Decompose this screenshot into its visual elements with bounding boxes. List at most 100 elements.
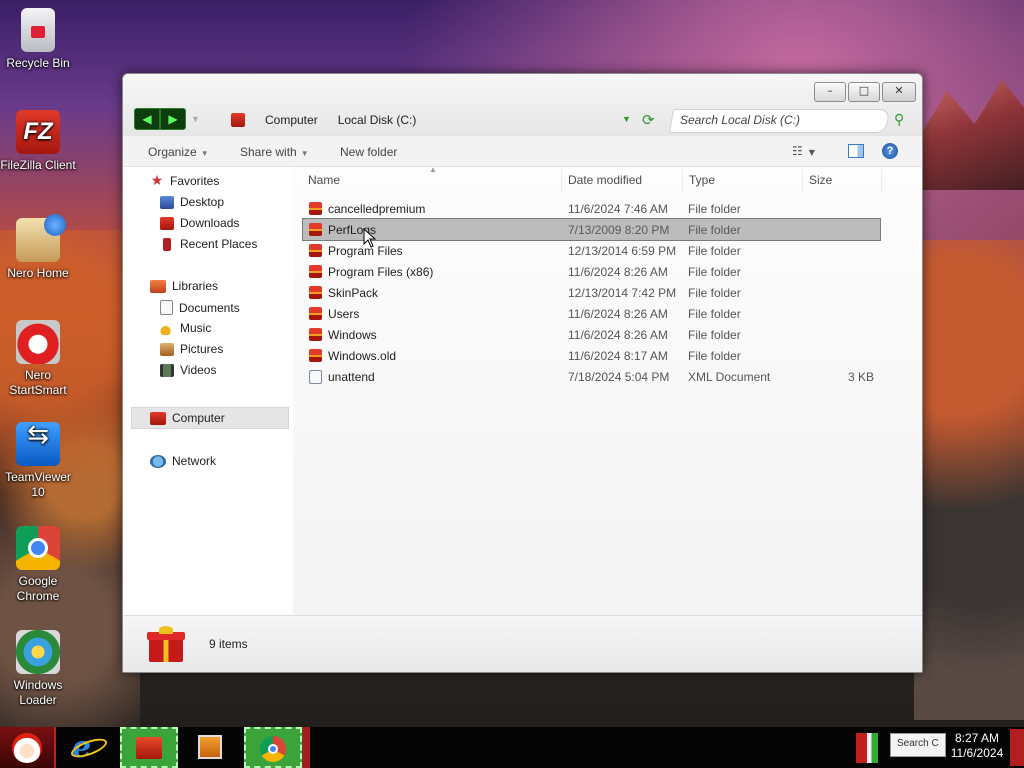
- column-divider[interactable]: [881, 169, 882, 193]
- file-date: 7/18/2024 5:04 PM: [568, 370, 670, 384]
- desktop-icon-filezilla[interactable]: FZ FileZilla Client: [0, 110, 76, 173]
- recent-places-icon: [163, 237, 171, 251]
- desktop-icon-nero-home[interactable]: Nero Home: [0, 214, 76, 281]
- organize-menu[interactable]: Organize ▼: [148, 145, 209, 159]
- file-date: 12/13/2014 7:42 PM: [568, 286, 677, 300]
- desktop-icon-chrome[interactable]: Google Chrome: [0, 526, 76, 604]
- share-with-menu[interactable]: Share with ▼: [240, 145, 309, 159]
- file-date: 11/6/2024 8:26 AM: [568, 307, 668, 321]
- taskbar-media-player[interactable]: [184, 727, 238, 768]
- nav-documents[interactable]: Documents: [160, 300, 240, 315]
- breadcrumb-local-disk[interactable]: Local Disk (C:): [338, 113, 417, 127]
- file-row[interactable]: SkinPack 12/13/2014 7:42 PM File folder: [303, 282, 880, 303]
- show-desktop-button[interactable]: [1010, 729, 1024, 766]
- close-button[interactable]: ✕: [882, 82, 916, 102]
- nav-computer[interactable]: Computer: [150, 411, 225, 425]
- start-button[interactable]: [0, 727, 56, 768]
- explorer-window: – □ ✕ ◀ ▶ ▼ Computer Local Disk (C:) ▼ ⟳…: [122, 73, 923, 673]
- desktop-icon: [160, 195, 174, 209]
- desktop-icon-label: Windows Loader: [13, 678, 63, 707]
- nav-libraries[interactable]: Libraries: [150, 279, 218, 293]
- clock[interactable]: 8:27 AM 11/6/2024: [946, 731, 1008, 761]
- column-divider[interactable]: [682, 169, 683, 193]
- taskbar-internet-explorer[interactable]: e: [60, 727, 114, 768]
- column-divider[interactable]: [802, 169, 803, 193]
- column-divider[interactable]: [561, 169, 562, 193]
- desktop-icon-recycle-bin[interactable]: Recycle Bin: [0, 8, 76, 71]
- column-header-date[interactable]: Date modified: [568, 173, 642, 187]
- file-explorer-icon: [136, 737, 162, 759]
- chrome-icon: [260, 736, 286, 762]
- file-name: Program Files (x86): [328, 265, 434, 279]
- action-center-flag-icon[interactable]: [856, 733, 878, 763]
- title-bar[interactable]: – □ ✕ ◀ ▶ ▼ Computer Local Disk (C:) ▼ ⟳…: [123, 74, 922, 136]
- nav-desktop[interactable]: Desktop: [160, 195, 224, 209]
- taskbar-file-explorer[interactable]: [120, 727, 178, 768]
- file-type: File folder: [688, 202, 741, 216]
- computer-location-icon[interactable]: [231, 113, 245, 127]
- search-placeholder[interactable]: Search Local Disk (C:): [680, 113, 800, 127]
- chevron-down-icon: ▼: [808, 148, 815, 157]
- desktop-icon-windows-loader[interactable]: Windows Loader: [0, 630, 76, 708]
- file-row[interactable]: Program Files 12/13/2014 6:59 PM File fo…: [303, 240, 880, 261]
- nav-downloads[interactable]: Downloads: [160, 216, 239, 230]
- desktop-icon-teamviewer[interactable]: TeamViewer 10: [0, 422, 76, 500]
- file-type: File folder: [688, 244, 741, 258]
- file-row-selected[interactable]: PerfLogs 7/13/2009 8:20 PM File folder: [302, 218, 881, 241]
- nav-favorites[interactable]: ★ Favorites: [150, 172, 220, 189]
- file-type: File folder: [688, 286, 741, 300]
- share-with-label: Share with: [240, 145, 297, 159]
- nav-network[interactable]: Network: [150, 454, 216, 468]
- change-view-button[interactable]: ☷ ▼: [792, 144, 815, 158]
- recent-pages-chevron-icon[interactable]: ▼: [191, 114, 200, 124]
- nav-videos[interactable]: Videos: [160, 363, 216, 377]
- gift-drive-icon: [147, 626, 185, 662]
- column-header-type[interactable]: Type: [689, 173, 715, 187]
- file-row[interactable]: unattend 7/18/2024 5:04 PM XML Document …: [303, 366, 880, 387]
- nav-music-label: Music: [180, 321, 212, 335]
- nav-music[interactable]: Music: [160, 321, 211, 335]
- nav-favorites-label: Favorites: [170, 174, 220, 188]
- file-name: SkinPack: [328, 286, 379, 300]
- chevron-down-icon: ▼: [300, 149, 309, 158]
- preview-pane-icon[interactable]: [848, 144, 864, 158]
- tray-search-box[interactable]: Search C: [890, 733, 946, 757]
- desktop-icon-label: FileZilla Client: [0, 158, 76, 172]
- file-size: 3 KB: [847, 370, 874, 384]
- taskbar-chrome[interactable]: [244, 727, 302, 768]
- file-row[interactable]: cancelledpremium 11/6/2024 7:46 AM File …: [303, 198, 880, 219]
- help-icon[interactable]: ?: [882, 143, 898, 159]
- file-row[interactable]: Windows 11/6/2024 8:26 AM File folder: [303, 324, 880, 345]
- desktop-icon-nero-startsmart[interactable]: Nero StartSmart: [0, 320, 76, 398]
- file-date: 11/6/2024 8:17 AM: [568, 349, 668, 363]
- file-row[interactable]: Program Files (x86) 11/6/2024 8:26 AM Fi…: [303, 261, 880, 282]
- address-history-chevron-icon[interactable]: ▼: [622, 114, 631, 124]
- star-icon: ★: [150, 172, 164, 189]
- file-row[interactable]: Users 11/6/2024 8:26 AM File folder: [303, 303, 880, 324]
- back-button[interactable]: ◀: [134, 108, 160, 130]
- close-icon: ✕: [894, 84, 904, 97]
- nav-videos-label: Videos: [180, 363, 217, 377]
- forward-button[interactable]: ▶: [160, 108, 186, 130]
- minimize-button[interactable]: –: [814, 82, 846, 102]
- new-folder-button[interactable]: New folder: [340, 145, 397, 159]
- file-type: File folder: [688, 328, 741, 342]
- nav-recent-places[interactable]: Recent Places: [160, 237, 257, 251]
- search-icon[interactable]: ⚲: [894, 112, 904, 128]
- folder-icon: [309, 349, 322, 362]
- refresh-icon[interactable]: ⟳: [642, 112, 658, 128]
- nav-pictures[interactable]: Pictures: [160, 342, 223, 356]
- column-header-size[interactable]: Size: [809, 173, 832, 187]
- wallpaper-mountain: [914, 80, 1024, 190]
- folder-icon: [309, 202, 322, 215]
- downloads-icon: [160, 216, 174, 230]
- xml-document-icon: [309, 370, 322, 384]
- documents-icon: [160, 300, 173, 315]
- column-header-name[interactable]: Name: [308, 173, 340, 187]
- breadcrumb-computer[interactable]: Computer: [265, 113, 318, 127]
- maximize-button[interactable]: □: [848, 82, 880, 102]
- tray-search-text: Search C: [897, 738, 939, 749]
- file-row[interactable]: Windows.old 11/6/2024 8:17 AM File folde…: [303, 345, 880, 366]
- file-name: Users: [328, 307, 360, 321]
- folder-icon: [309, 328, 322, 341]
